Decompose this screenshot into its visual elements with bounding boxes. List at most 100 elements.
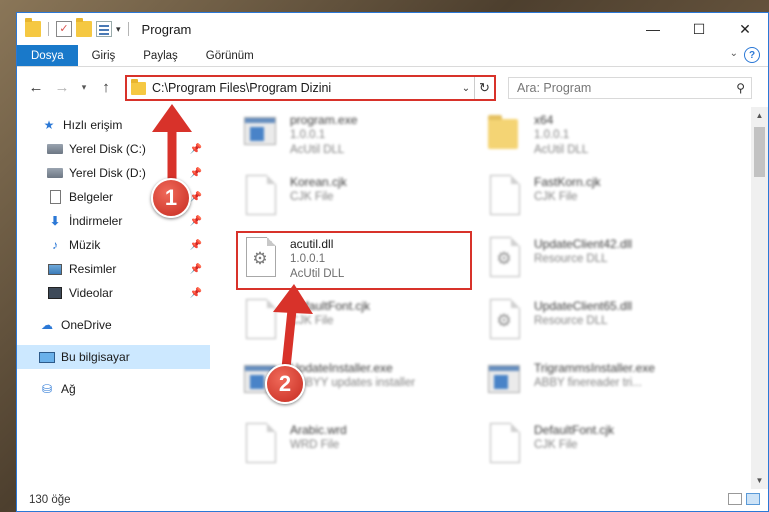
window-title: Program xyxy=(141,21,192,37)
scroll-up-icon[interactable]: ▲ xyxy=(751,107,768,124)
sidebar-item-local-disk-c[interactable]: Yerel Disk (C:) 📌 xyxy=(17,137,210,161)
file-item[interactable]: Korean.cjk CJK File xyxy=(236,171,466,227)
dll-icon: ⚙ xyxy=(486,237,524,283)
recent-locations-chevron-icon[interactable]: ▾ xyxy=(77,76,91,98)
sidebar-item-label: Ağ xyxy=(61,382,76,396)
file-item[interactable]: DefaultFont.cjk CJK File xyxy=(236,295,466,351)
forward-arrow-icon[interactable]: → xyxy=(51,76,73,98)
file-name: DefaultFont.cjk xyxy=(534,423,615,437)
file-name: Arabic.wrd xyxy=(290,423,347,437)
file-item[interactable]: DefaultFont.cjk CJK File xyxy=(480,419,710,475)
file-icon xyxy=(486,175,524,221)
sidebar-item-music[interactable]: ♪ Müzik 📌 xyxy=(17,233,210,257)
sidebar-item-label: Yerel Disk (D:) xyxy=(69,166,146,180)
file-detail: CJK File xyxy=(290,315,334,327)
maximize-button[interactable]: ☐ xyxy=(676,13,722,45)
expand-ribbon-chevron-icon[interactable]: ⌄ xyxy=(730,48,738,59)
pin-icon[interactable]: 📌 xyxy=(190,216,202,227)
ribbon-tabs: Dosya Giriş Paylaş Görünüm ⌄ ? xyxy=(17,45,768,67)
properties-icon[interactable] xyxy=(96,21,112,37)
vertical-scrollbar[interactable]: ▲ ▼ xyxy=(751,107,768,489)
file-item[interactable]: FastKorn.cjk CJK File xyxy=(480,171,710,227)
tab-share[interactable]: Paylaş xyxy=(129,45,192,66)
scroll-down-icon[interactable]: ▼ xyxy=(751,472,768,489)
back-arrow-icon[interactable]: ← xyxy=(25,76,47,98)
sidebar-item-this-pc[interactable]: Bu bilgisayar xyxy=(17,345,210,369)
title-bar: ✓ ▾ Program — ☐ ✕ xyxy=(17,13,768,45)
step-badge-1: 1 xyxy=(151,178,191,218)
dll-icon: ⚙ xyxy=(486,299,524,345)
quick-access-toolbar: ✓ ▾ Program xyxy=(17,18,192,37)
tab-view[interactable]: Görünüm xyxy=(192,45,268,66)
file-item[interactable]: x64 1.0.0.1 AcUtil DLL xyxy=(480,109,710,165)
exe-icon xyxy=(242,113,280,159)
sidebar-item-label: Videolar xyxy=(69,286,113,300)
file-icon xyxy=(486,423,524,469)
search-input[interactable]: Ara: Program ⚲ xyxy=(508,77,752,99)
window-controls: — ☐ ✕ xyxy=(630,13,768,45)
content-area: ★ Hızlı erişim Yerel Disk (C:) 📌 Yerel D… xyxy=(17,107,768,489)
address-history-chevron-icon[interactable]: ⌄ xyxy=(458,83,474,94)
file-list: program.exe 1.0.0.1 AcUtil DLL x64 1.0.0… xyxy=(210,107,768,489)
file-detail: WRD File xyxy=(290,439,340,451)
search-icon[interactable]: ⚲ xyxy=(736,81,745,95)
separator xyxy=(127,22,129,36)
file-name: TrigrammsInstaller.exe xyxy=(534,361,655,375)
view-switcher xyxy=(728,493,760,505)
exe-icon xyxy=(486,361,524,407)
highlight-box xyxy=(236,231,472,290)
cloud-icon: ☁ xyxy=(41,318,53,332)
help-icon[interactable]: ? xyxy=(744,47,760,63)
drive-icon xyxy=(47,142,63,156)
file-name: FastKorn.cjk xyxy=(534,175,601,189)
search-placeholder: Ara: Program xyxy=(517,81,592,95)
refresh-icon[interactable]: ↻ xyxy=(474,77,494,99)
customize-toolbar-chevron-icon[interactable]: ▾ xyxy=(116,24,121,35)
sidebar-item-videos[interactable]: Videolar 📌 xyxy=(17,281,210,305)
file-item[interactable]: ⚙ UpdateClient65.dll Resource DLL xyxy=(480,295,710,351)
network-icon: ⛁ xyxy=(41,382,53,396)
sidebar-item-pictures[interactable]: Resimler 📌 xyxy=(17,257,210,281)
file-name: UpdateClient42.dll xyxy=(534,237,633,251)
sidebar-item-label: Bu bilgisayar xyxy=(61,350,130,364)
pin-icon[interactable]: 📌 xyxy=(190,192,202,203)
navigation-pane: ★ Hızlı erişim Yerel Disk (C:) 📌 Yerel D… xyxy=(17,107,210,489)
new-folder-icon[interactable] xyxy=(76,18,92,37)
download-icon: ⬇ xyxy=(49,214,61,228)
scrollbar-thumb[interactable] xyxy=(754,127,765,177)
sidebar-item-onedrive[interactable]: ☁ OneDrive xyxy=(17,313,210,337)
file-detail: AcUtil DLL xyxy=(534,144,589,156)
file-item[interactable]: ⚙ UpdateClient42.dll Resource DLL xyxy=(480,233,710,289)
document-icon xyxy=(47,190,63,204)
address-bar[interactable]: C:\Program Files\Program Dizini ⌄ ↻ xyxy=(125,75,496,101)
details-view-icon[interactable] xyxy=(728,493,742,505)
pin-icon[interactable]: 📌 xyxy=(190,144,202,155)
file-detail: CJK File xyxy=(534,439,578,451)
large-icons-view-icon[interactable] xyxy=(746,493,760,505)
sidebar-item-quick-access[interactable]: ★ Hızlı erişim xyxy=(17,113,210,137)
drive-icon xyxy=(47,166,63,180)
pin-icon[interactable]: 📌 xyxy=(190,264,202,275)
file-icon xyxy=(242,423,280,469)
pin-icon[interactable]: 📌 xyxy=(190,240,202,251)
sidebar-item-label: Yerel Disk (C:) xyxy=(69,142,146,156)
sidebar-item-network[interactable]: ⛁ Ağ xyxy=(17,377,210,401)
up-arrow-icon[interactable]: ↑ xyxy=(95,76,117,98)
close-button[interactable]: ✕ xyxy=(722,13,768,45)
pin-icon[interactable]: 📌 xyxy=(190,168,202,179)
properties-check-icon[interactable]: ✓ xyxy=(56,21,72,37)
tab-file[interactable]: Dosya xyxy=(17,45,78,66)
file-item[interactable]: Arabic.wrd WRD File xyxy=(236,419,466,475)
address-path[interactable]: C:\Program Files\Program Dizini xyxy=(152,81,458,95)
star-icon: ★ xyxy=(43,118,55,132)
file-name: Korean.cjk xyxy=(290,175,347,189)
file-item[interactable]: program.exe 1.0.0.1 AcUtil DLL xyxy=(236,109,466,165)
file-detail: CJK File xyxy=(290,191,334,203)
minimize-button[interactable]: — xyxy=(630,13,676,45)
status-bar: 130 öğe xyxy=(17,489,768,511)
sidebar-item-label: Resimler xyxy=(69,262,117,276)
file-item[interactable]: TrigrammsInstaller.exe ABBY finereader t… xyxy=(480,357,710,413)
pin-icon[interactable]: 📌 xyxy=(190,288,202,299)
tab-home[interactable]: Giriş xyxy=(78,45,130,66)
sidebar-item-label: Müzik xyxy=(69,238,101,252)
